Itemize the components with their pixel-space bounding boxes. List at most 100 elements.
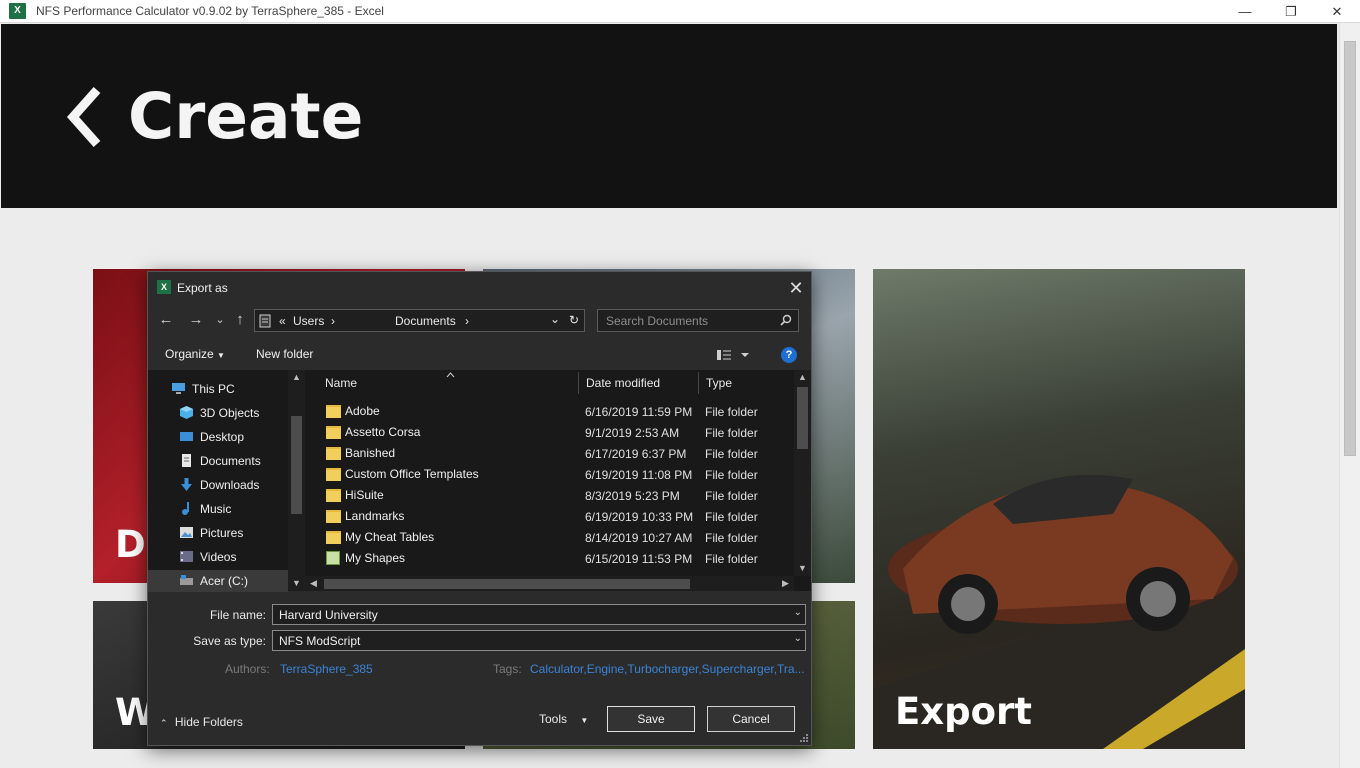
navigation-pane: This PC 3D Objects Desktop Documents Dow… [148, 370, 305, 592]
save-type-select[interactable]: NFS ModScript ⌄ [272, 630, 806, 651]
scrollbar-thumb[interactable] [1344, 41, 1356, 456]
sheet-vertical-scrollbar[interactable] [1339, 23, 1360, 768]
column-separator[interactable] [698, 372, 699, 394]
tree-item-this-pc[interactable]: This PC [148, 378, 288, 400]
folder-icon [326, 468, 341, 481]
chevron-down-icon[interactable]: ⌄ [794, 633, 802, 644]
search-input[interactable]: Search Documents [597, 309, 799, 332]
address-bar[interactable]: « Users › Documents › ⌄ ↻ [254, 309, 585, 332]
file-name-input[interactable]: Harvard University ⌄ [272, 604, 806, 625]
tree-item-videos[interactable]: Videos [148, 546, 288, 568]
folder-icon [326, 447, 341, 460]
tags-value[interactable]: Calculator,Engine,Turbocharger,Superchar… [530, 662, 805, 676]
column-separator[interactable] [578, 372, 579, 394]
minimize-button[interactable]: — [1222, 0, 1268, 23]
hide-folders-button[interactable]: ⌃ Hide Folders [160, 715, 243, 729]
file-date: 6/16/2019 11:59 PM [585, 405, 693, 419]
chevron-down-icon[interactable]: ⌄ [794, 607, 802, 618]
forward-arrow-icon[interactable]: → [185, 309, 207, 331]
dialog-close-button[interactable]: ✕ [784, 277, 808, 299]
chevron-left-icon[interactable] [65, 86, 105, 148]
tree-item-label: Documents [200, 454, 261, 468]
dialog-title-bar[interactable]: X Export as ✕ [148, 272, 811, 303]
file-list-horizontal-scrollbar[interactable]: ◀ ▶ [305, 576, 794, 591]
sort-up-icon [446, 372, 455, 378]
search-placeholder: Search Documents [606, 314, 709, 328]
file-row[interactable]: My Shapes 6/15/2019 11:53 PM File folder [305, 548, 793, 569]
file-date: 6/17/2019 6:37 PM [585, 447, 687, 461]
scroll-up-icon[interactable]: ▲ [288, 370, 305, 385]
file-row[interactable]: Assetto Corsa 9/1/2019 2:53 AM File fold… [305, 422, 793, 443]
file-row[interactable]: Banished 6/17/2019 6:37 PM File folder [305, 443, 793, 464]
maximize-button[interactable]: ❐ [1268, 0, 1314, 23]
file-row[interactable]: Landmarks 6/19/2019 10:33 PM File folder [305, 506, 793, 527]
download-icon [181, 478, 192, 491]
file-name: Adobe [345, 404, 380, 418]
chevron-down-icon: ▼ [580, 716, 589, 725]
cancel-button[interactable]: Cancel [707, 706, 795, 732]
tree-scrollbar[interactable]: ▲ ▼ [288, 370, 305, 591]
new-folder-button[interactable]: New folder [256, 347, 313, 361]
tags-label: Tags: [493, 662, 522, 676]
tree-item-label: Music [200, 502, 232, 516]
tree-item-documents[interactable]: Documents [148, 450, 288, 472]
file-row[interactable]: Custom Office Templates 6/19/2019 11:08 … [305, 464, 793, 485]
authors-value[interactable]: TerraSphere_385 [280, 662, 373, 676]
view-options-icon[interactable] [716, 349, 750, 361]
file-type: File folder [705, 510, 758, 524]
up-arrow-icon[interactable]: ↑ [229, 309, 251, 331]
scrollbar-thumb[interactable] [797, 387, 808, 449]
file-name: Landmarks [345, 509, 405, 523]
cube-icon [180, 406, 193, 419]
address-dropdown-icon[interactable]: ⌄ [550, 312, 560, 326]
scroll-left-icon[interactable]: ◀ [305, 576, 322, 591]
column-header-date[interactable]: Date modified [586, 370, 660, 396]
resize-grip-icon[interactable] [800, 734, 809, 743]
breadcrumb-separator[interactable]: › [465, 314, 469, 328]
scrollbar-thumb[interactable] [291, 416, 302, 514]
file-type: File folder [705, 468, 758, 482]
scrollbar-thumb[interactable] [324, 579, 690, 589]
file-row[interactable]: HiSuite 8/3/2019 5:23 PM File folder [305, 485, 793, 506]
search-icon[interactable] [780, 314, 792, 326]
tools-menu[interactable]: Tools ▼ [539, 712, 588, 726]
scroll-right-icon[interactable]: ▶ [777, 576, 794, 591]
excel-logo-icon: X [9, 3, 26, 19]
organize-label: Organize [165, 347, 214, 361]
back-arrow-icon[interactable]: ← [155, 309, 177, 331]
file-row[interactable]: My Cheat Tables 8/14/2019 10:27 AM File … [305, 527, 793, 548]
column-header-name[interactable]: Name [325, 370, 357, 396]
tile-export[interactable]: Export [873, 269, 1245, 749]
organize-menu[interactable]: Organize ▼ [165, 347, 225, 361]
close-window-button[interactable]: ✕ [1314, 0, 1360, 23]
file-name: Banished [345, 446, 396, 460]
tree-item-pictures[interactable]: Pictures [148, 522, 288, 544]
file-row[interactable]: Adobe 6/16/2019 11:59 PM File folder [305, 401, 793, 422]
tree-item-music[interactable]: Music [148, 498, 288, 520]
car-illustration [873, 474, 1245, 749]
column-header-type[interactable]: Type [706, 370, 732, 396]
dialog-title: Export as [177, 281, 228, 295]
refresh-icon[interactable]: ↻ [569, 313, 579, 327]
pc-icon [172, 383, 185, 394]
folder-icon [326, 531, 341, 544]
scroll-down-icon[interactable]: ▼ [288, 576, 305, 591]
breadcrumb-overflow[interactable]: « [279, 314, 286, 328]
file-type: File folder [705, 426, 758, 440]
save-button[interactable]: Save [607, 706, 695, 732]
tree-item-desktop[interactable]: Desktop [148, 426, 288, 448]
breadcrumb-users[interactable]: Users [293, 314, 324, 328]
scroll-down-icon[interactable]: ▼ [794, 561, 811, 576]
breadcrumb-documents[interactable]: Documents [395, 314, 456, 328]
tree-item-downloads[interactable]: Downloads [148, 474, 288, 496]
breadcrumb-separator[interactable]: › [331, 314, 335, 328]
drive-icon [180, 575, 193, 585]
shapes-folder-icon [326, 551, 340, 565]
scroll-up-icon[interactable]: ▲ [794, 370, 811, 385]
tree-item-3d-objects[interactable]: 3D Objects [148, 402, 288, 424]
file-list-vertical-scrollbar[interactable]: ▲ ▼ [794, 370, 811, 576]
help-icon[interactable]: ? [781, 347, 797, 363]
tree-item-acer-c[interactable]: Acer (C:) [148, 570, 288, 592]
folder-icon [326, 489, 341, 502]
recent-locations-icon[interactable]: ⌄ [209, 309, 231, 331]
